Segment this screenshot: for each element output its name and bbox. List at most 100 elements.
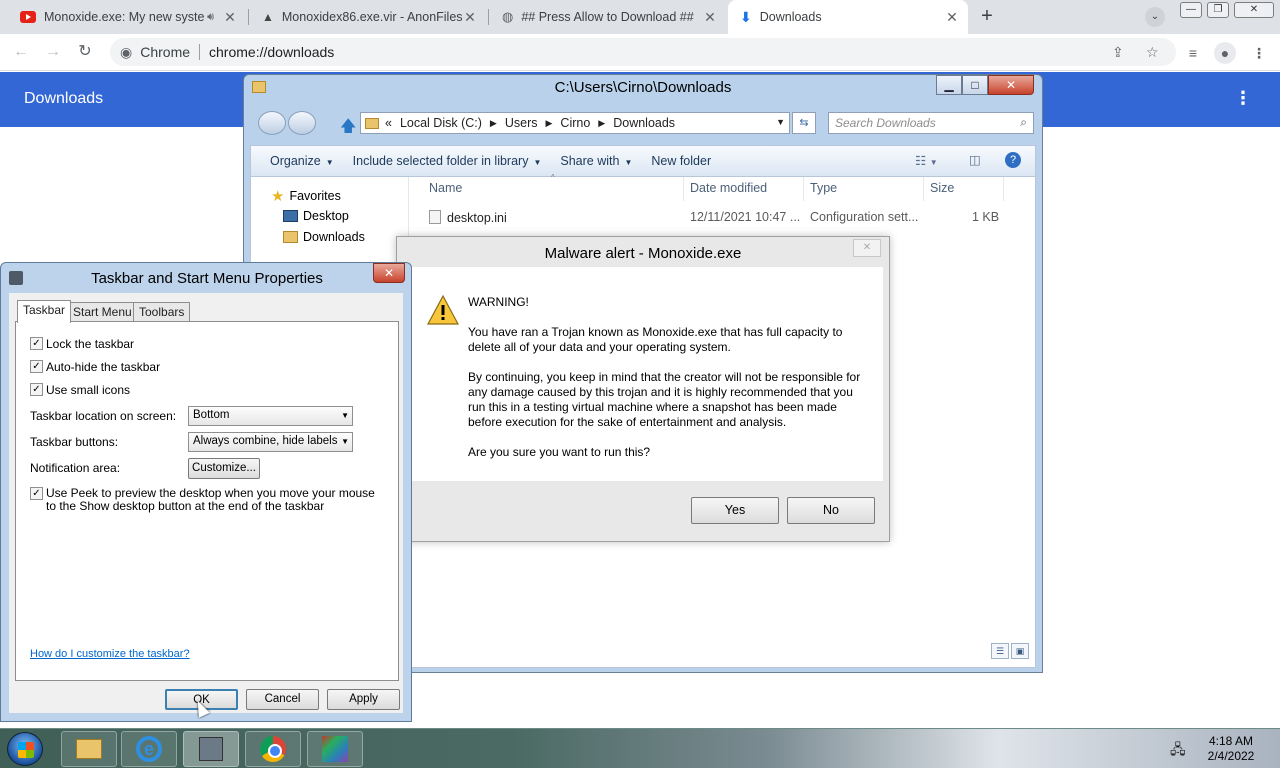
column-type[interactable]: Type	[810, 181, 837, 195]
location-select[interactable]: Bottom ▼	[188, 406, 353, 426]
speaker-icon[interactable]: 🔊︎	[207, 11, 214, 24]
cancel-button[interactable]: Cancel	[246, 689, 319, 710]
column-divider[interactable]	[1003, 177, 1004, 201]
apply-button[interactable]: Apply	[327, 689, 400, 710]
close-button[interactable]: ✕	[373, 263, 405, 283]
column-size[interactable]: Size	[930, 181, 954, 195]
star-icon: ★	[271, 188, 285, 205]
small-icons-checkbox[interactable]: ✓ Use small icons	[30, 383, 130, 397]
taskbar-app-taskbar-props[interactable]	[183, 731, 239, 767]
details-view-icon[interactable]: ☰	[991, 643, 1009, 659]
peek-checkbox[interactable]: ✓ Use Peek to preview the desktop when yo…	[30, 487, 378, 513]
back-button[interactable]	[258, 111, 286, 135]
forward-button[interactable]	[288, 111, 316, 135]
taskbar-app-chrome[interactable]	[245, 731, 301, 767]
up-arrow-icon[interactable]: 🡅	[340, 115, 356, 142]
taskbar-app-explorer[interactable]	[61, 731, 117, 767]
help-icon[interactable]: ?	[1005, 152, 1021, 168]
warning-text: You have ran a Trojan known as Monoxide.…	[468, 325, 843, 354]
minimize-button[interactable]: ▁	[936, 75, 962, 95]
share-with-menu[interactable]: Share with ▼	[541, 154, 632, 168]
autohide-checkbox[interactable]: ✓ Auto-hide the taskbar	[30, 360, 160, 374]
close-button[interactable]: ✕	[853, 239, 881, 257]
organize-menu[interactable]: Organize ▼	[251, 154, 334, 168]
column-date[interactable]: Date modified	[690, 181, 767, 195]
maximize-button[interactable]: □	[962, 75, 988, 95]
column-divider[interactable]	[803, 177, 804, 201]
view-options-icon[interactable]: ☷ ▼	[915, 153, 938, 168]
chevron-down-icon[interactable]: ▼	[776, 117, 785, 127]
nav-favorites[interactable]: ★ Favorites	[271, 187, 341, 205]
clock-time: 4:18 AM	[1208, 734, 1254, 748]
profile-avatar[interactable]: ●	[1214, 42, 1236, 64]
site-chip: Chrome	[140, 44, 191, 60]
include-in-library-menu[interactable]: Include selected folder in library ▼	[334, 154, 542, 168]
tab-start-menu[interactable]: Start Menu	[67, 302, 138, 322]
address-bar[interactable]: ◉ Chrome chrome://downloads ⇪ ☆	[110, 38, 1176, 66]
tab-search-button[interactable]: ⌄	[1145, 7, 1165, 27]
network-icon[interactable]: 🖧︎	[1170, 739, 1186, 763]
column-divider[interactable]	[923, 177, 924, 201]
yes-button[interactable]: Yes	[691, 497, 779, 524]
close-icon[interactable]: ✕	[222, 9, 238, 26]
close-icon[interactable]: ✕	[702, 9, 718, 26]
close-icon[interactable]: ✕	[462, 9, 478, 26]
preview-pane-icon[interactable]: ◫	[969, 152, 981, 167]
lock-taskbar-checkbox[interactable]: ✓ Lock the taskbar	[30, 337, 134, 351]
url-text[interactable]: chrome://downloads	[209, 44, 334, 60]
restore-button[interactable]: ❐	[1207, 2, 1229, 18]
forward-button[interactable]: →	[42, 42, 64, 62]
share-icon[interactable]: ⇪	[1112, 38, 1124, 66]
back-button[interactable]: ←	[10, 42, 32, 62]
internet-explorer-icon: e	[136, 736, 162, 762]
no-button[interactable]: No	[787, 497, 875, 524]
chevron-right-icon[interactable]: ▶	[546, 118, 553, 129]
help-link[interactable]: How do I customize the taskbar?	[30, 648, 190, 660]
reload-button[interactable]: ↻	[74, 42, 96, 62]
taskbar-app-monoxide[interactable]	[307, 731, 363, 767]
column-divider[interactable]	[683, 177, 684, 201]
new-tab-button[interactable]: +	[976, 6, 998, 28]
checkbox-checked[interactable]: ✓	[30, 360, 43, 373]
nav-desktop[interactable]: Desktop	[283, 209, 349, 223]
start-button[interactable]	[7, 732, 43, 766]
bookmark-star-icon[interactable]: ☆	[1146, 38, 1159, 66]
checkbox-checked[interactable]: ✓	[30, 487, 43, 500]
tab-monoxide-video[interactable]: Monoxide.exe: My new syste 🔊︎ ✕	[8, 0, 246, 34]
media-queue-icon[interactable]: ≡	[1182, 42, 1204, 64]
close-icon[interactable]: ✕	[944, 9, 960, 26]
large-icons-view-icon[interactable]: ▣	[1011, 643, 1029, 659]
buttons-select[interactable]: Always combine, hide labels ▼	[188, 432, 353, 452]
system-clock[interactable]: 4:18 AM 2/4/2022	[1196, 734, 1266, 764]
new-folder-button[interactable]: New folder	[632, 154, 711, 168]
file-type: Configuration sett...	[810, 210, 919, 224]
more-actions-icon[interactable]: ⋮	[1234, 88, 1252, 109]
address-bar[interactable]: « Local Disk (C:) ▶ Users ▶ Cirno ▶ Down…	[360, 112, 790, 134]
close-window-button[interactable]: ✕	[1234, 2, 1274, 18]
nav-downloads[interactable]: Downloads	[283, 230, 365, 244]
breadcrumb-item[interactable]: Cirno	[560, 116, 590, 130]
checkbox-checked[interactable]: ✓	[30, 383, 43, 396]
breadcrumb-item[interactable]: Local Disk (C:)	[400, 116, 482, 130]
close-button[interactable]: ✕	[988, 75, 1034, 95]
search-input[interactable]: Search Downloads ⌕	[828, 112, 1034, 134]
minimize-button[interactable]: —	[1180, 2, 1202, 18]
refresh-button[interactable]: ⇆	[792, 112, 816, 134]
breadcrumb-item[interactable]: Users	[505, 116, 538, 130]
tab-anonfiles[interactable]: ▲ Monoxidex86.exe.vir - AnonFiles ✕	[250, 0, 486, 34]
breadcrumb-overflow[interactable]: «	[385, 116, 392, 130]
tab-taskbar[interactable]: Taskbar	[17, 300, 72, 323]
column-name[interactable]: Name	[429, 181, 462, 195]
taskbar-app-ie[interactable]: e	[121, 731, 177, 767]
customize-button[interactable]: Customize...	[188, 458, 260, 479]
breadcrumb-item[interactable]: Downloads	[613, 116, 675, 130]
explorer-title: C:\Users\Cirno\Downloads	[554, 79, 732, 96]
chevron-right-icon[interactable]: ▶	[490, 118, 497, 129]
tab-separator	[248, 9, 249, 25]
tab-press-allow[interactable]: ◍ ## Press Allow to Download ## ✕	[490, 0, 726, 34]
tab-toolbars[interactable]: Toolbars	[133, 302, 191, 322]
chevron-right-icon[interactable]: ▶	[598, 118, 605, 129]
tab-downloads[interactable]: ⬇ Downloads ✕	[728, 0, 968, 34]
checkbox-checked[interactable]: ✓	[30, 337, 43, 350]
chrome-menu-icon[interactable]: ⋮	[1248, 42, 1270, 64]
